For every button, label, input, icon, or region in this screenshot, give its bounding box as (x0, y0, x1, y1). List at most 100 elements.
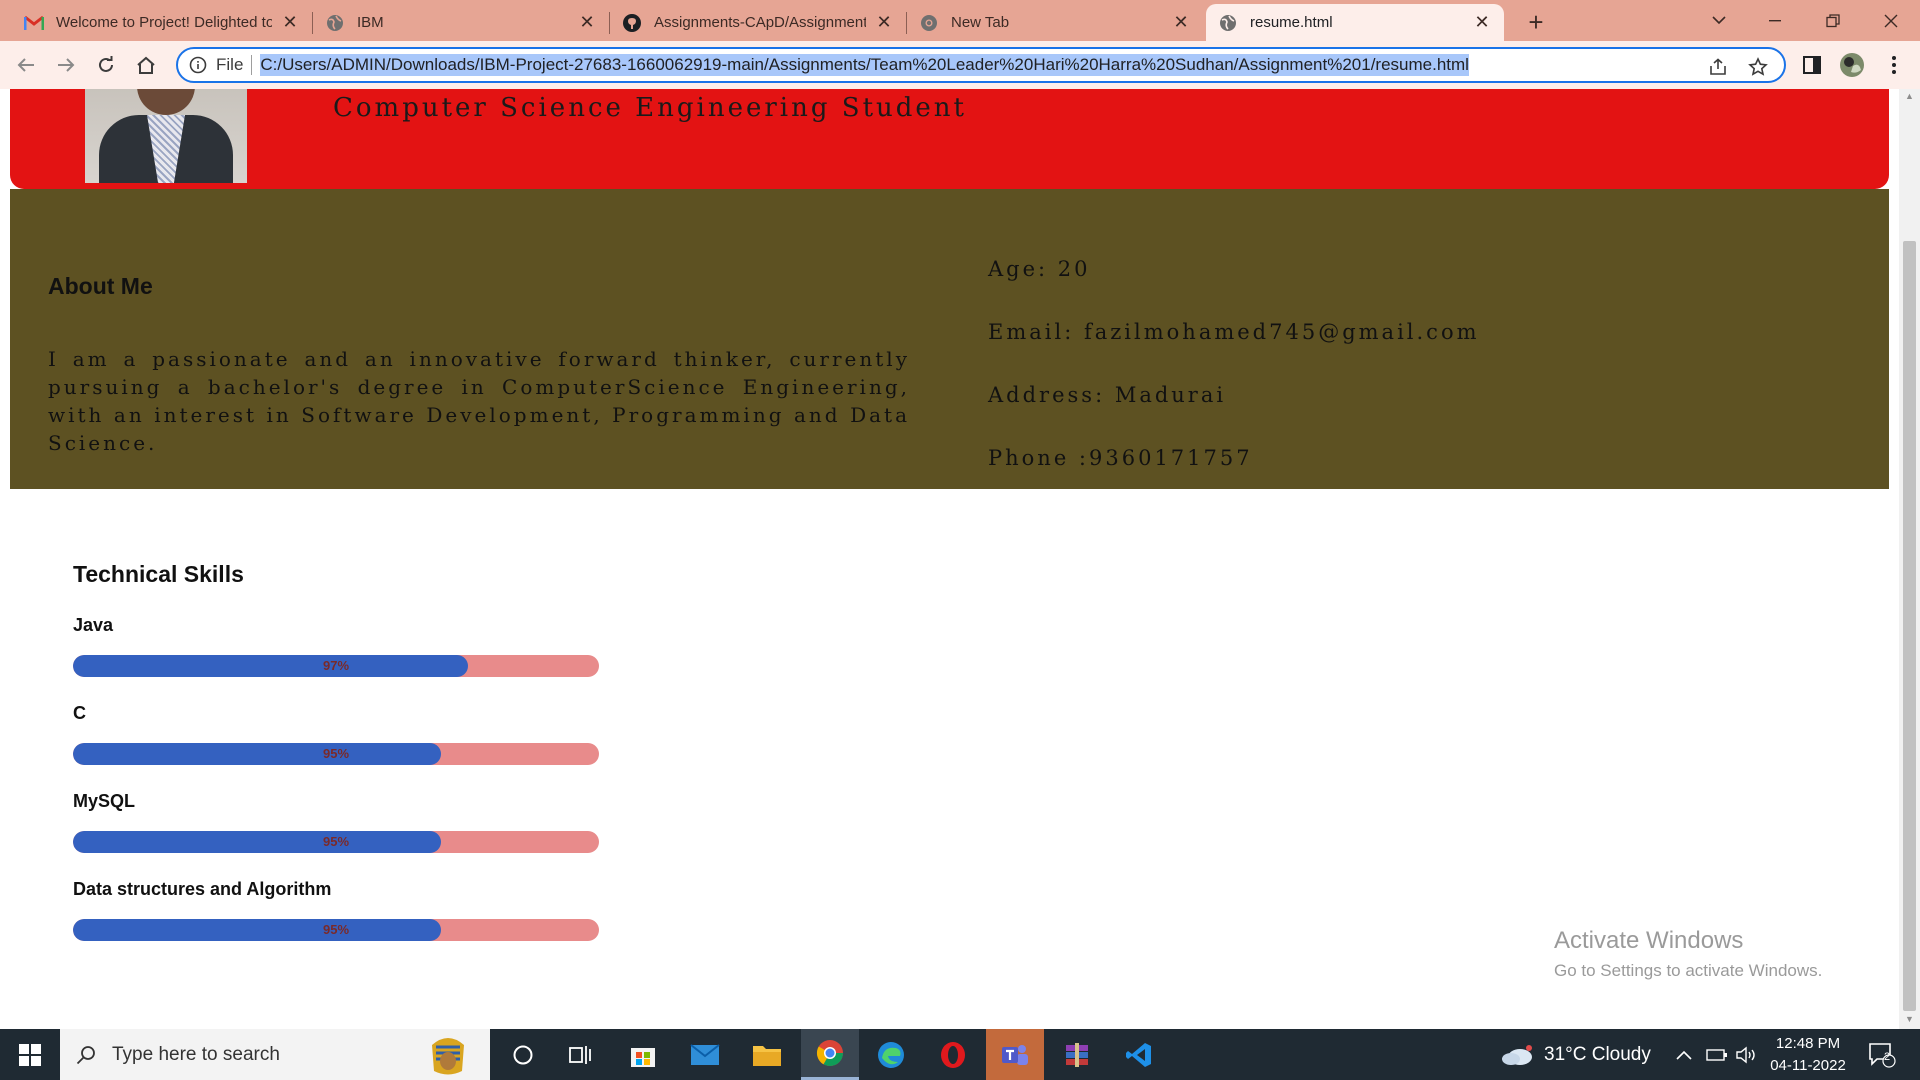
skill-item: MySQL 95% (73, 791, 599, 853)
reload-button[interactable] (90, 49, 122, 81)
gmail-icon (24, 13, 44, 33)
skill-percent: 95% (322, 834, 350, 849)
side-panel-button[interactable] (1796, 49, 1828, 81)
edge-button[interactable] (862, 1029, 920, 1080)
battery-icon (1706, 1048, 1727, 1061)
scheme-label: File (216, 55, 244, 74)
browser-menu-button[interactable] (1878, 49, 1910, 81)
winrar-icon (1066, 1042, 1088, 1067)
skill-bar-track: 95% (73, 743, 599, 765)
reload-icon (99, 56, 113, 72)
close-tab-icon[interactable]: ✕ (1171, 12, 1191, 33)
clock-time: 12:48 PM (1775, 1035, 1841, 1052)
info-icon[interactable] (188, 55, 208, 75)
tab-title: Assignments-CApD/Assignment 1 (654, 14, 866, 31)
tab-resume[interactable]: resume.html ✕ (1206, 4, 1504, 41)
skills-title: Technical Skills (73, 561, 244, 587)
windows-logo-icon (19, 1043, 41, 1066)
show-hidden-icons[interactable] (1676, 1029, 1692, 1080)
scroll-up-arrow-icon[interactable]: ▲ (1904, 91, 1915, 102)
contact-address: Address: Madurai (988, 383, 1227, 407)
volume-control[interactable] (1736, 1029, 1758, 1080)
file-explorer-button[interactable] (738, 1029, 796, 1080)
close-window-button[interactable] (1862, 0, 1920, 41)
cortana-icon (513, 1045, 533, 1064)
skill-bar-track: 95% (73, 831, 599, 853)
bookmark-star-icon[interactable] (1746, 55, 1770, 79)
file-explorer-icon (753, 1045, 781, 1066)
contact-email: Email: fazilmohamed745@gmail.com (988, 320, 1480, 344)
home-icon (137, 56, 155, 74)
weather-widget[interactable]: 31°C Cloudy (1500, 1029, 1651, 1080)
contact-age: Age: 20 (988, 257, 1091, 281)
windows-taskbar: Type here to search 31°C Cloudy 12:48 PM… (0, 1029, 1920, 1080)
tab-new-tab[interactable]: New Tab ✕ (907, 4, 1203, 41)
edge-icon (878, 1041, 904, 1068)
vscode-button[interactable] (1110, 1029, 1168, 1080)
restore-icon (1826, 13, 1840, 27)
task-view-button[interactable] (552, 1029, 610, 1080)
notification-icon (1869, 1043, 1896, 1068)
mail-icon (690, 1043, 720, 1065)
close-icon (1884, 14, 1898, 27)
tab-title: resume.html (1250, 14, 1333, 31)
tab-gmail[interactable]: Welcome to Project! Delighted to ✕ (12, 4, 312, 41)
contact-phone: Phone :9360171757 (988, 446, 1253, 470)
cloudy-weather-icon (1502, 1044, 1532, 1065)
mail-button[interactable] (676, 1029, 734, 1080)
chrome-icon (919, 13, 939, 33)
action-center-button[interactable]: 2 (1866, 1039, 1898, 1071)
skill-percent: 97% (322, 658, 350, 673)
scroll-down-arrow-icon[interactable]: ▼ (1904, 1014, 1915, 1025)
skill-percent: 95% (322, 746, 350, 761)
restore-button[interactable] (1804, 0, 1862, 41)
new-tab-button[interactable]: + (1520, 6, 1552, 38)
skill-name: Data structures and Algorithm (73, 879, 332, 899)
divider (251, 55, 253, 75)
profile-avatar[interactable] (1836, 49, 1868, 81)
about-section: About Me I am a passionate and an innova… (10, 189, 1889, 489)
tab-github[interactable]: Assignments-CApD/Assignment 1 ✕ (610, 4, 906, 41)
skill-item: Data structures and Algorithm 95% (73, 879, 599, 941)
notification-count: 2 (1884, 1051, 1891, 1063)
chrome-taskbar-button[interactable] (801, 1029, 859, 1080)
globe-icon (1218, 13, 1238, 33)
store-button[interactable] (614, 1029, 672, 1080)
github-icon (622, 13, 642, 33)
taskbar-search[interactable]: Type here to search (60, 1029, 490, 1080)
skill-name: Java (73, 615, 114, 635)
close-tab-icon[interactable]: ✕ (577, 12, 597, 33)
tab-search-button[interactable] (1690, 0, 1748, 41)
close-tab-icon[interactable]: ✕ (1472, 12, 1492, 33)
battery-status[interactable] (1706, 1029, 1728, 1080)
close-tab-icon[interactable]: ✕ (874, 12, 894, 33)
share-icon[interactable] (1706, 55, 1730, 79)
kebab-menu-icon (1892, 56, 1896, 74)
skill-item: Java 97% (73, 615, 599, 677)
url-text[interactable]: C:/Users/ADMIN/Downloads/IBM-Project-276… (260, 54, 1469, 76)
address-bar[interactable]: File C:/Users/ADMIN/Downloads/IBM-Projec… (176, 47, 1786, 83)
search-icon (74, 1043, 98, 1067)
minimize-icon (1769, 19, 1781, 21)
close-tab-icon[interactable]: ✕ (280, 12, 300, 33)
winrar-button[interactable] (1048, 1029, 1106, 1080)
taskbar-clock[interactable]: 12:48 PM 04-11-2022 (1766, 1033, 1850, 1077)
tab-title: New Tab (951, 14, 1010, 31)
cortana-button[interactable] (494, 1029, 552, 1080)
forward-button[interactable] (50, 49, 82, 81)
teams-button[interactable] (986, 1029, 1044, 1080)
about-title: About Me (48, 273, 153, 299)
skill-name: MySQL (73, 791, 136, 811)
page-scrollbar[interactable]: ▲ ▼ (1899, 89, 1920, 1029)
home-button[interactable] (130, 49, 162, 81)
about-text: I am a passionate and an innovative forw… (48, 347, 910, 455)
scrollbar-thumb[interactable] (1903, 241, 1916, 1011)
tab-ibm[interactable]: IBM ✕ (313, 4, 609, 41)
minimize-button[interactable] (1746, 0, 1804, 41)
start-button[interactable] (0, 1029, 60, 1080)
opera-button[interactable] (924, 1029, 982, 1080)
teams-icon (1002, 1044, 1028, 1065)
tab-strip: Welcome to Project! Delighted to ✕ IBM ✕… (0, 0, 1920, 41)
tab-title: IBM (357, 14, 384, 31)
back-button[interactable] (10, 49, 42, 81)
